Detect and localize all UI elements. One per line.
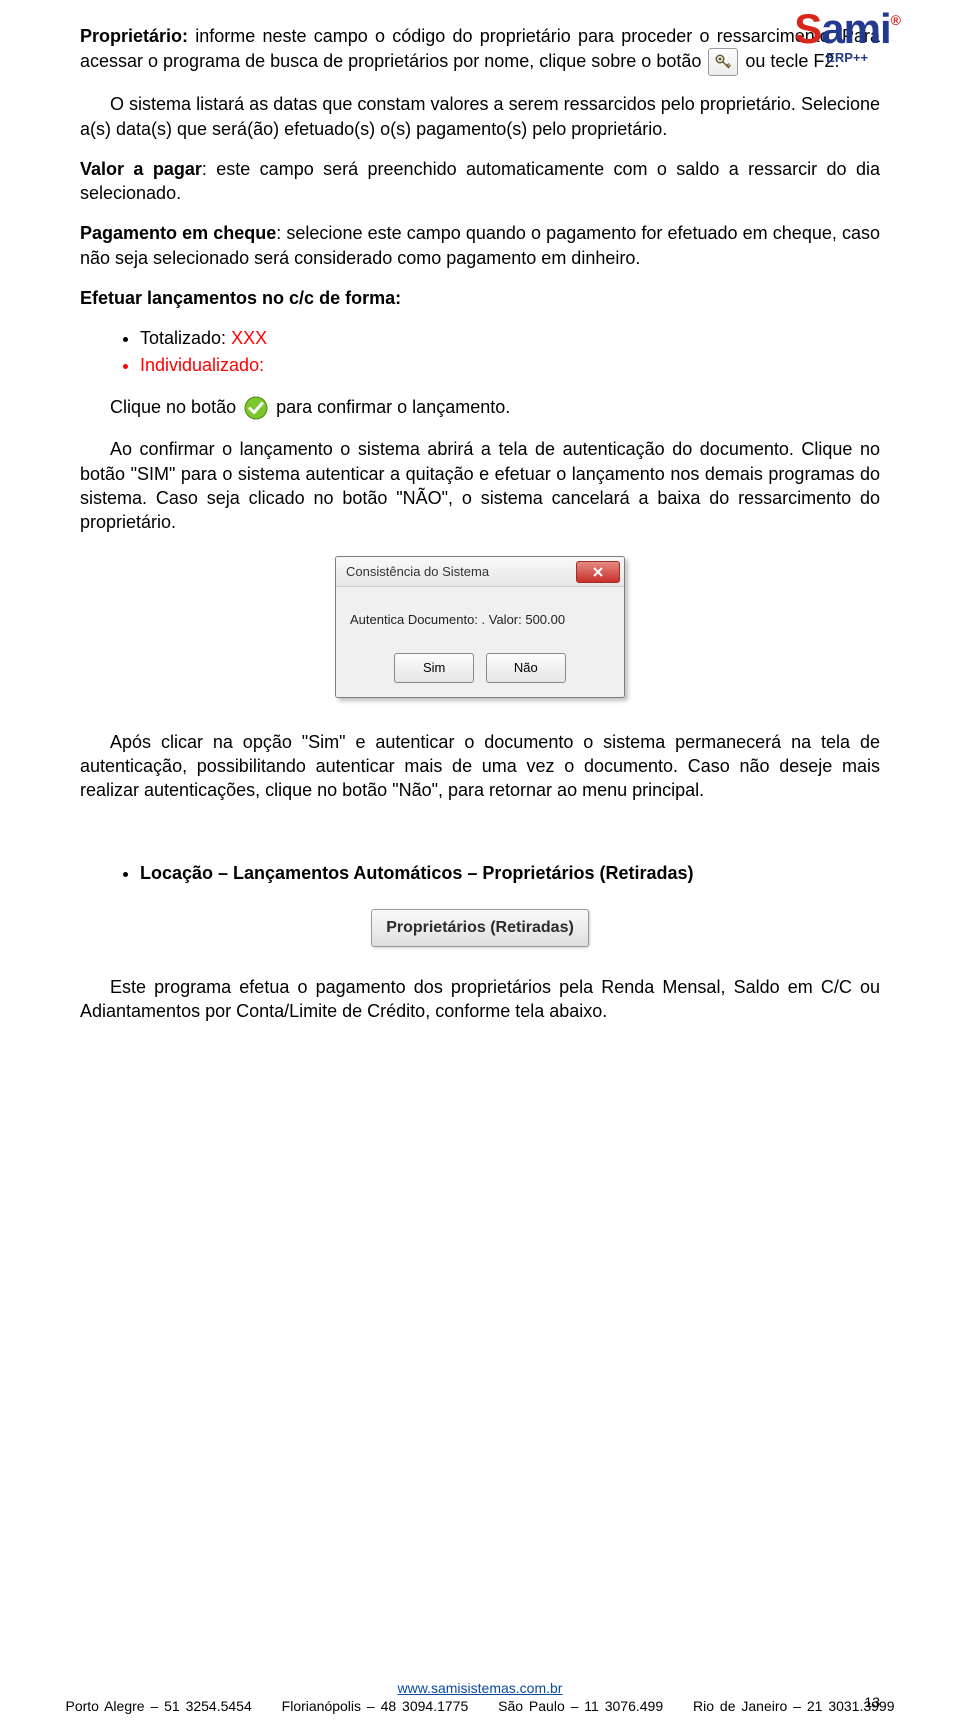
text-p6a: Clique no botão: [110, 397, 241, 417]
paragraph-apos-clicar: Após clicar na opção "Sim" e autenticar …: [80, 730, 880, 803]
bullet-totalizado-label: Totalizado:: [140, 328, 226, 348]
paragraph-confirmar-lancamento: Ao confirmar o lançamento o sistema abri…: [80, 437, 880, 534]
dialog-consistencia: Consistência do Sistema Autentica Docume…: [335, 556, 625, 697]
logo-registered-icon: ®: [891, 12, 900, 28]
nao-button[interactable]: Não: [486, 653, 566, 683]
close-icon[interactable]: [576, 561, 620, 583]
bullet-locacao-section: Locação – Lançamentos Automáticos – Prop…: [140, 861, 880, 885]
paragraph-clique-botao: Clique no botão para confirmar o lançame…: [80, 395, 880, 421]
paragraph-pagamento-cheque: Pagamento em cheque: selecione este camp…: [80, 221, 880, 270]
label-proprietario: Proprietário:: [80, 26, 188, 46]
footer-city-poa: Porto Alegre – 51 3254.5454: [66, 1698, 252, 1714]
bullet-list-section: Locação – Lançamentos Automáticos – Prop…: [80, 861, 880, 885]
page-footer: www.samisistemas.com.br Porto Alegre – 5…: [0, 1680, 960, 1714]
bullet-totalizado-value: XXX: [226, 328, 267, 348]
key-icon: [708, 48, 738, 76]
footer-link[interactable]: www.samisistemas.com.br: [398, 1680, 563, 1696]
page-number: 13: [864, 1694, 880, 1710]
paragraph-sistema-listara: O sistema listará as datas que constam v…: [80, 92, 880, 141]
bullet-list-forma: Totalizado: XXX Individualizado:: [80, 326, 880, 377]
paragraph-proprietario: Proprietário: informe neste campo o códi…: [80, 24, 880, 76]
proprietarios-retiradas-button[interactable]: Proprietários (Retiradas): [371, 909, 589, 947]
footer-city-sp: São Paulo – 11 3076.499: [498, 1698, 663, 1714]
brand-logo: Sami® ERP++: [794, 10, 900, 65]
sim-button[interactable]: Sim: [394, 653, 474, 683]
logo-letter-s: S: [794, 5, 821, 52]
logo-subtitle: ERP++: [794, 50, 900, 65]
dialog-titlebar: Consistência do Sistema: [336, 557, 624, 587]
footer-city-floripa: Florianópolis – 48 3094.1775: [282, 1698, 469, 1714]
bullet-totalizado: Totalizado: XXX: [140, 326, 880, 350]
dialog-message: Autentica Documento: . Valor: 500.00: [350, 611, 610, 629]
logo-letters-ami: ami: [821, 5, 890, 52]
label-efetuar-lancamentos: Efetuar lançamentos no c/c de forma:: [80, 286, 880, 310]
paragraph-valor-pagar: Valor a pagar: este campo será preenchid…: [80, 157, 880, 206]
text-p6b: para confirmar o lançamento.: [276, 397, 510, 417]
check-icon: [243, 395, 269, 421]
bullet-individualizado: Individualizado:: [140, 353, 880, 377]
label-pagamento-cheque: Pagamento em cheque: [80, 223, 276, 243]
paragraph-programa-efetua: Este programa efetua o pagamento dos pro…: [80, 975, 880, 1024]
dialog-title: Consistência do Sistema: [346, 563, 489, 581]
label-valor-pagar: Valor a pagar: [80, 159, 202, 179]
